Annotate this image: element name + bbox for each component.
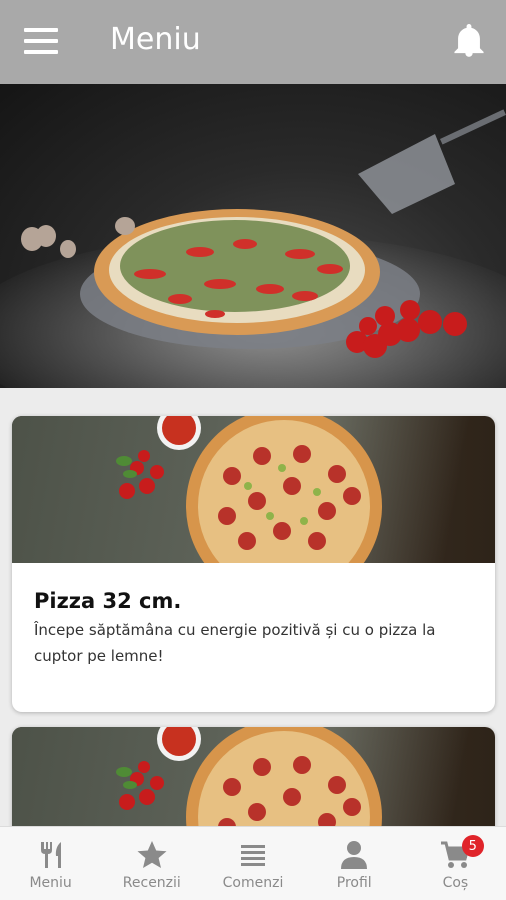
nav-label: Coș bbox=[442, 875, 469, 891]
nav-item-meniu[interactable]: Meniu bbox=[0, 827, 101, 900]
nav-label: Profil bbox=[336, 875, 372, 891]
bottom-navigation: Meniu Recenzii Comenzi Profil Coș 5 bbox=[0, 826, 506, 900]
hero-image bbox=[0, 84, 506, 388]
nav-item-profil[interactable]: Profil bbox=[304, 827, 405, 900]
menu-card[interactable]: Pizza 32 cm. Începe săptămâna cu energie… bbox=[12, 416, 495, 712]
card-image bbox=[12, 416, 495, 563]
star-icon bbox=[137, 841, 167, 868]
nav-label: Comenzi bbox=[222, 875, 284, 891]
card-description: Începe săptămâna cu energie pozitivă și … bbox=[34, 621, 436, 665]
nav-label: Meniu bbox=[29, 875, 72, 891]
hero-pizza-illustration bbox=[21, 109, 506, 358]
list-icon bbox=[241, 845, 265, 866]
nav-item-recenzii[interactable]: Recenzii bbox=[101, 827, 202, 900]
fork-knife-icon bbox=[40, 842, 61, 868]
card-title: Pizza 32 cm. bbox=[34, 589, 182, 613]
nav-item-comenzi[interactable]: Comenzi bbox=[202, 827, 303, 900]
page-title: Meniu bbox=[110, 22, 201, 57]
bell-icon[interactable] bbox=[454, 24, 484, 58]
user-icon bbox=[341, 841, 368, 869]
nav-item-cos[interactable]: Coș 5 bbox=[405, 827, 506, 900]
cart-badge: 5 bbox=[461, 835, 484, 857]
hamburger-menu-icon[interactable] bbox=[24, 28, 58, 54]
nav-label: Recenzii bbox=[122, 875, 181, 891]
app-root: Meniu Pizza 32 cm. Începe săptămâna cu e… bbox=[0, 0, 506, 900]
app-header: Meniu bbox=[0, 0, 506, 84]
